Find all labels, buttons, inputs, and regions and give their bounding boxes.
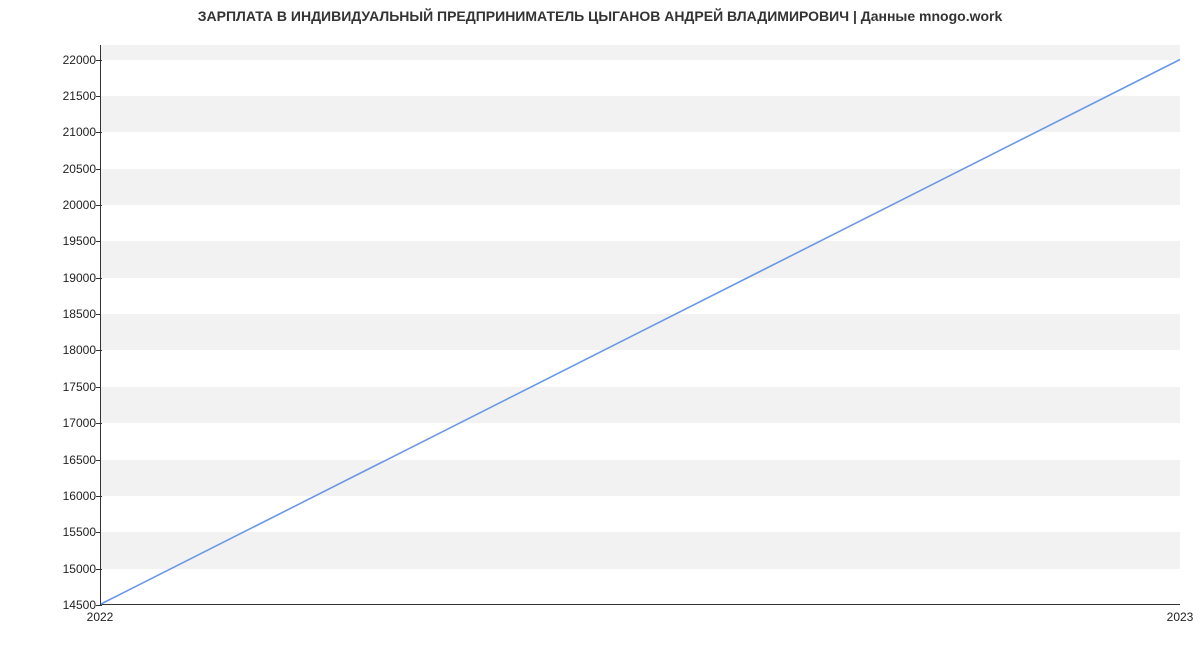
y-tick-label: 20500 [16, 162, 96, 176]
y-tick-label: 16000 [16, 489, 96, 503]
y-tick-label: 19500 [16, 234, 96, 248]
y-tick-label: 14500 [16, 598, 96, 612]
y-tick-label: 15500 [16, 525, 96, 539]
y-tick-label: 18000 [16, 343, 96, 357]
y-tick-label: 19000 [16, 271, 96, 285]
y-tick-label: 16500 [16, 453, 96, 467]
y-tick-label: 17500 [16, 380, 96, 394]
y-tick-label: 22000 [16, 53, 96, 67]
data-line [101, 45, 1180, 604]
y-tick-label: 17000 [16, 416, 96, 430]
y-tick-label: 21500 [16, 89, 96, 103]
y-tick-label: 18500 [16, 307, 96, 321]
chart-title: ЗАРПЛАТА В ИНДИВИДУАЛЬНЫЙ ПРЕДПРИНИМАТЕЛ… [0, 8, 1200, 24]
y-tick-label: 21000 [16, 125, 96, 139]
y-tick-label: 20000 [16, 198, 96, 212]
x-tick-label: 2023 [1167, 610, 1194, 624]
y-tick-label: 15000 [16, 562, 96, 576]
plot-area [100, 45, 1180, 605]
x-tick-label: 2022 [87, 610, 114, 624]
line-chart: ЗАРПЛАТА В ИНДИВИДУАЛЬНЫЙ ПРЕДПРИНИМАТЕЛ… [0, 0, 1200, 650]
